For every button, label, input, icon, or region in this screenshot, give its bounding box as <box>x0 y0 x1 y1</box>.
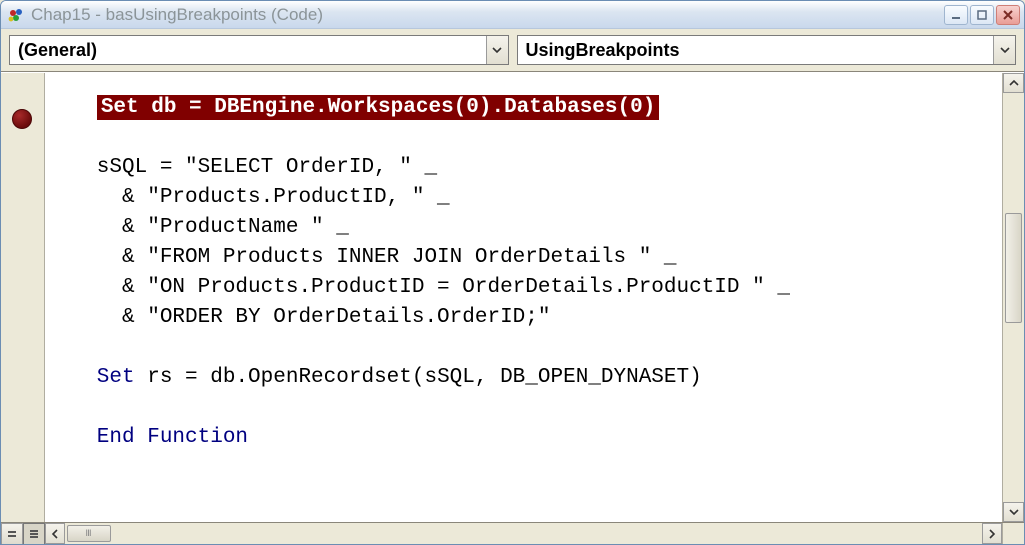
margin-gutter[interactable] <box>1 73 45 522</box>
chevron-down-icon[interactable] <box>486 36 508 64</box>
scroll-down-button[interactable] <box>1003 502 1024 522</box>
window-title: Chap15 - basUsingBreakpoints (Code) <box>31 5 944 25</box>
horizontal-scrollbar[interactable]: Ⅲ <box>45 523 1024 544</box>
object-combo-label: (General) <box>10 40 486 61</box>
code-indent <box>59 96 97 119</box>
view-mode-toggles <box>1 523 45 544</box>
keyword-end-function: End Function <box>59 426 248 449</box>
breakpoint-marker[interactable] <box>12 109 32 129</box>
code-line: & "ORDER BY OrderDetails.OrderID;" <box>59 306 550 329</box>
procedure-combo[interactable]: UsingBreakpoints <box>517 35 1017 65</box>
code-line: sSQL = "SELECT OrderID, " _ <box>59 156 437 179</box>
bottom-bar: Ⅲ <box>1 522 1024 544</box>
scroll-right-button[interactable] <box>982 523 1002 544</box>
object-proc-selectors: (General) UsingBreakpoints <box>1 29 1024 72</box>
full-module-view-button[interactable] <box>23 523 45 545</box>
code-text[interactable]: Set db = DBEngine.Workspaces(0).Database… <box>45 73 1002 473</box>
window-buttons <box>944 5 1020 25</box>
breakpoint-line: Set db = DBEngine.Workspaces(0).Database… <box>97 95 660 120</box>
code-line: & "Products.ProductID, " _ <box>59 186 450 209</box>
scroll-left-button[interactable] <box>45 523 65 544</box>
code-line: & "ProductName " _ <box>59 216 349 239</box>
scroll-corner <box>1002 523 1024 544</box>
object-combo[interactable]: (General) <box>9 35 509 65</box>
chevron-down-icon[interactable] <box>993 36 1015 64</box>
scroll-track[interactable] <box>1003 93 1024 502</box>
maximize-button[interactable] <box>970 5 994 25</box>
hscroll-thumb[interactable]: Ⅲ <box>67 525 111 542</box>
scroll-up-button[interactable] <box>1003 73 1024 93</box>
editor-area: Set db = DBEngine.Workspaces(0).Database… <box>1 72 1024 522</box>
minimize-button[interactable] <box>944 5 968 25</box>
close-button[interactable] <box>996 5 1020 25</box>
keyword-set: Set <box>59 366 135 389</box>
code-rest: rs = db.OpenRecordset(sSQL, DB_OPEN_DYNA… <box>135 366 702 389</box>
titlebar[interactable]: Chap15 - basUsingBreakpoints (Code) <box>1 1 1024 29</box>
code-line: & "FROM Products INNER JOIN OrderDetails… <box>59 246 677 269</box>
procedure-combo-label: UsingBreakpoints <box>518 40 994 61</box>
procedure-view-button[interactable] <box>1 523 23 545</box>
code-viewport[interactable]: Set db = DBEngine.Workspaces(0).Database… <box>45 73 1002 522</box>
vertical-scrollbar[interactable] <box>1002 73 1024 522</box>
code-line: & "ON Products.ProductID = OrderDetails.… <box>59 276 790 299</box>
hscroll-track[interactable]: Ⅲ <box>65 523 982 544</box>
code-window: Chap15 - basUsingBreakpoints (Code) (Gen… <box>0 0 1025 545</box>
app-icon <box>7 6 25 24</box>
scroll-thumb[interactable] <box>1005 213 1022 323</box>
